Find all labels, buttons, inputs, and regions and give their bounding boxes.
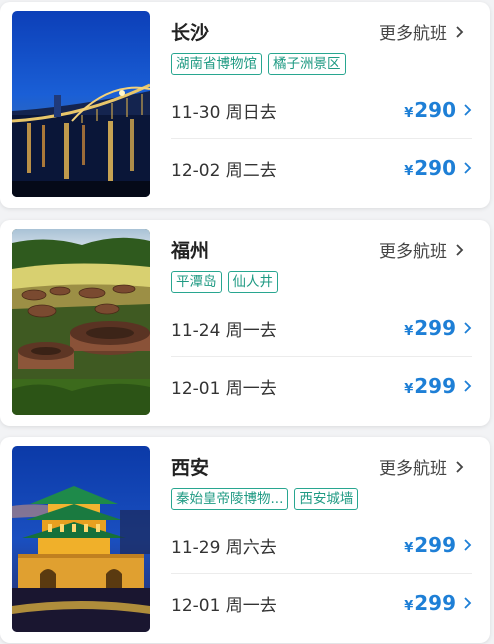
chevron-right-icon [463,103,472,117]
flight-price: ¥ 299 [404,591,472,615]
price-amount: 299 [414,533,456,557]
flight-price: ¥ 299 [404,316,472,340]
chevron-right-icon [455,25,464,39]
more-flights-label: 更多航班 [379,242,447,262]
price-amount: 299 [414,591,456,615]
flight-date: 11-29 周六去 [171,537,277,558]
flight-date: 11-24 周一去 [171,320,277,341]
destination-card-changsha[interactable]: 长沙 更多航班 湖南省博物馆 橘子洲景区 11-30 周日去 ¥ 290 12-… [0,2,490,208]
more-flights-label: 更多航班 [379,459,447,479]
attraction-tag[interactable]: 湖南省博物馆 [171,53,262,75]
more-flights-link[interactable]: 更多航班 [379,454,464,479]
currency-symbol: ¥ [404,324,414,339]
chevron-right-icon [455,460,464,474]
city-name: 长沙 [171,22,210,44]
flight-option[interactable]: 11-30 周日去 ¥ 290 [171,82,472,139]
price-amount: 290 [414,156,456,180]
destination-card-xian[interactable]: 西安 更多航班 秦始皇帝陵博物... 西安城墙 11-29 周六去 ¥ 299 … [0,437,490,643]
price-amount: 290 [414,98,456,122]
flight-option[interactable]: 11-29 周六去 ¥ 299 [171,517,472,574]
currency-symbol: ¥ [404,164,414,179]
flight-date: 12-01 周一去 [171,595,277,616]
currency-symbol: ¥ [404,599,414,614]
attraction-tag[interactable]: 平潭岛 [171,271,222,293]
city-name: 西安 [171,457,210,479]
flight-date: 12-02 周二去 [171,160,277,181]
flight-date: 12-01 周一去 [171,378,277,399]
flight-price: ¥ 299 [404,374,472,398]
chevron-right-icon [463,538,472,552]
chevron-right-icon [463,321,472,335]
destination-photo-fuzhou[interactable] [12,229,150,415]
destination-photo-xian[interactable] [12,446,150,632]
attraction-tags: 秦始皇帝陵博物... 西安城墙 [171,488,359,510]
attraction-tag[interactable]: 橘子洲景区 [268,53,346,75]
currency-symbol: ¥ [404,106,414,121]
flight-date: 11-30 周日去 [171,102,277,123]
attraction-tag[interactable]: 秦始皇帝陵博物... [171,488,289,510]
flight-option[interactable]: 12-02 周二去 ¥ 290 [171,140,472,196]
destination-photo-changsha[interactable] [12,11,150,197]
destination-card-fuzhou[interactable]: 福州 更多航班 平潭岛 仙人井 11-24 周一去 ¥ 299 12-01 周一… [0,220,490,426]
flight-option[interactable]: 12-01 周一去 ¥ 299 [171,575,472,631]
flight-price: ¥ 290 [404,156,472,180]
flight-price: ¥ 290 [404,98,472,122]
currency-symbol: ¥ [404,382,414,397]
chevron-right-icon [455,243,464,257]
currency-symbol: ¥ [404,541,414,556]
price-amount: 299 [414,374,456,398]
price-amount: 299 [414,316,456,340]
more-flights-label: 更多航班 [379,24,447,44]
more-flights-link[interactable]: 更多航班 [379,237,464,262]
attraction-tags: 湖南省博物馆 橘子洲景区 [171,53,346,75]
flight-option[interactable]: 11-24 周一去 ¥ 299 [171,300,472,357]
city-name: 福州 [171,240,210,262]
attraction-tag[interactable]: 西安城墙 [294,488,359,510]
attraction-tag[interactable]: 仙人井 [227,271,278,293]
chevron-right-icon [463,596,472,610]
flight-option[interactable]: 12-01 周一去 ¥ 299 [171,358,472,414]
chevron-right-icon [463,161,472,175]
destination-list: 长沙 更多航班 湖南省博物馆 橘子洲景区 11-30 周日去 ¥ 290 12-… [0,0,494,644]
attraction-tags: 平潭岛 仙人井 [171,271,278,293]
more-flights-link[interactable]: 更多航班 [379,19,464,44]
flight-price: ¥ 299 [404,533,472,557]
chevron-right-icon [463,379,472,393]
